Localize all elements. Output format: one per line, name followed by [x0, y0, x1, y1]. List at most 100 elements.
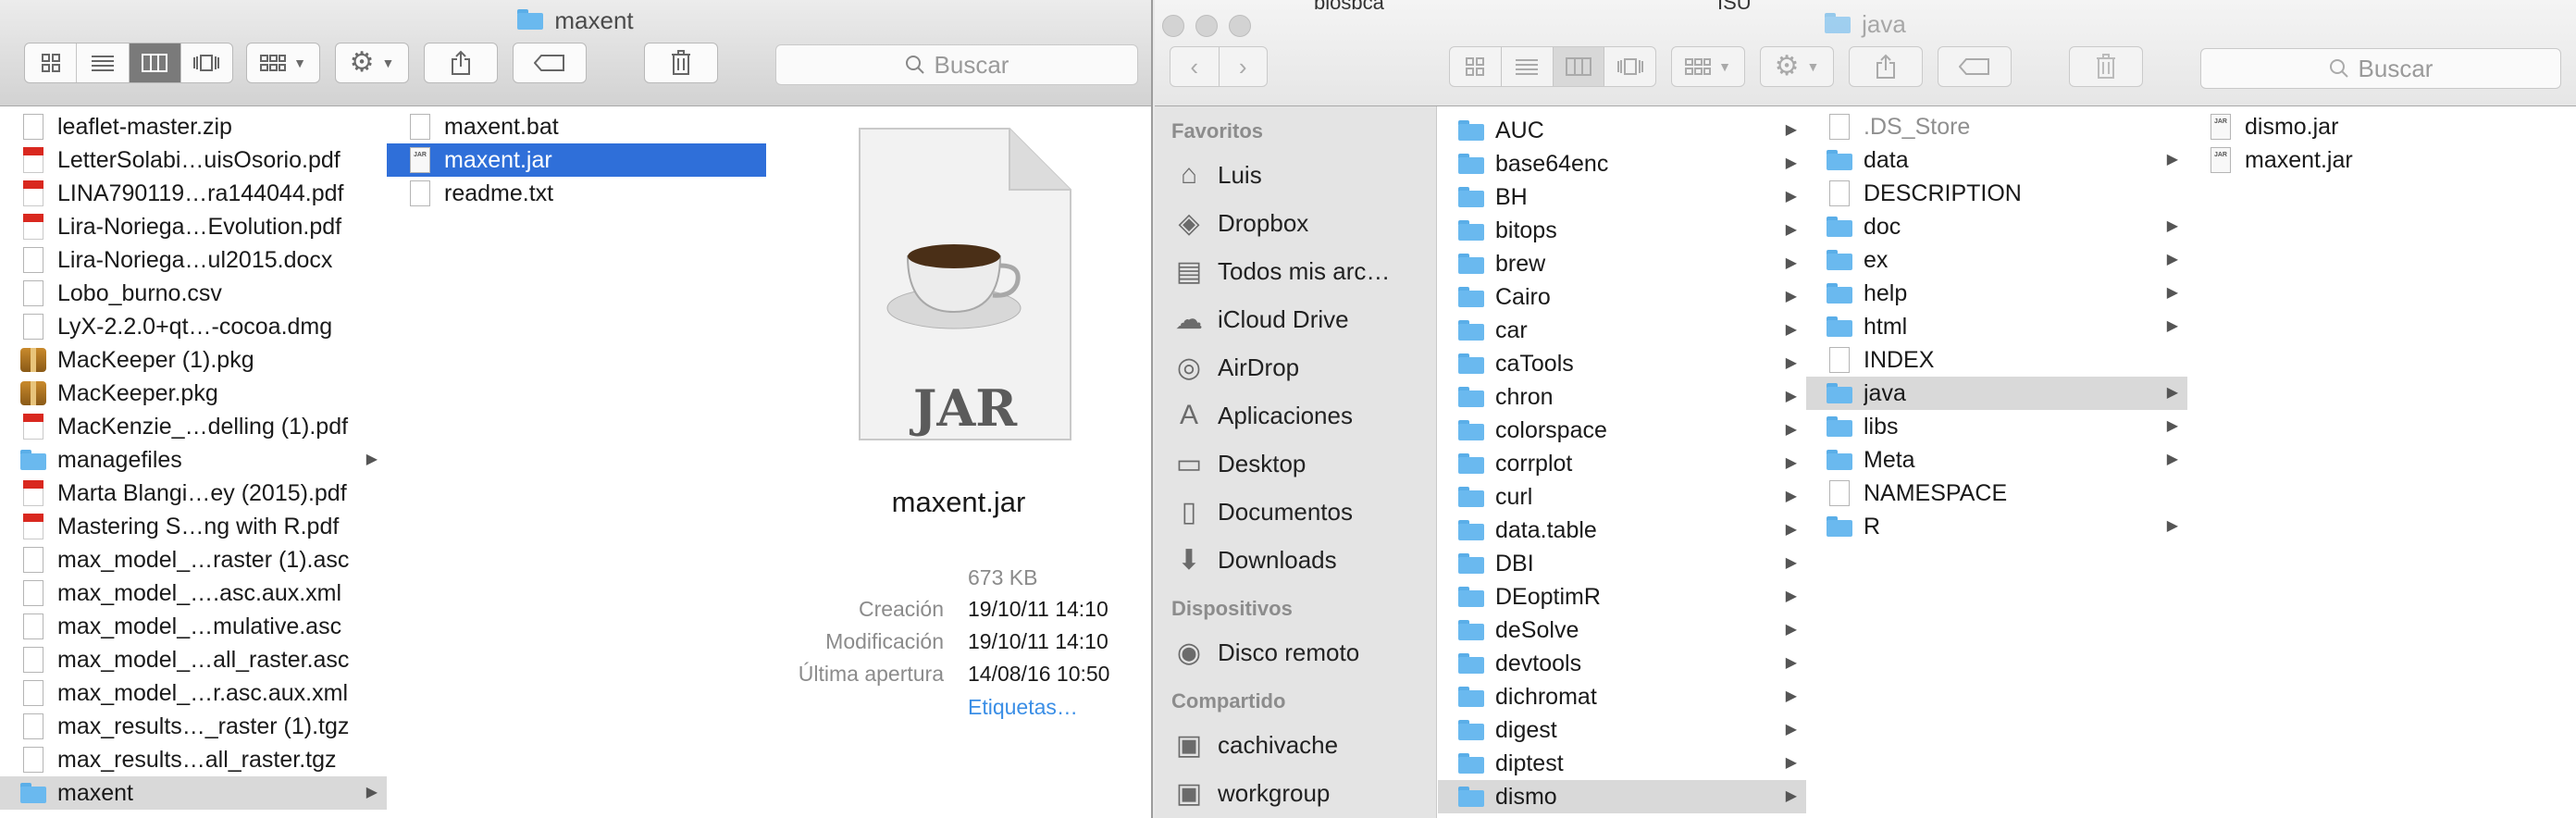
sidebar-item[interactable]: ▭ Desktop	[1155, 440, 1436, 488]
file-item[interactable]: max_model_…r.asc.aux.xml	[0, 676, 387, 710]
file-item[interactable]: LetterSolabi…uisOsorio.pdf	[0, 143, 387, 177]
sidebar-item[interactable]: ◎ AirDrop	[1155, 343, 1436, 391]
file-item[interactable]: .DS_Store	[1806, 110, 2187, 143]
folder-item[interactable]: dismo ▶	[1438, 780, 1806, 813]
file-item[interactable]: NAMESPACE	[1806, 477, 2187, 510]
folder-item[interactable]: colorspace ▶	[1438, 414, 1806, 447]
folder-item[interactable]: corrplot ▶	[1438, 447, 1806, 480]
tags-button[interactable]	[1938, 46, 2012, 87]
icon-view-button[interactable]	[25, 43, 78, 82]
folder-item[interactable]: deSolve ▶	[1438, 614, 1806, 647]
file-item[interactable]: Lobo_burno.csv	[0, 277, 387, 310]
folder-item[interactable]: data.table ▶	[1438, 514, 1806, 547]
sidebar-item[interactable]: ▣ cachivache	[1155, 721, 1436, 769]
folder-item[interactable]: base64enc ▶	[1438, 147, 1806, 180]
cover-flow-button[interactable]	[181, 43, 232, 82]
folder-item[interactable]: maxent ▶	[0, 776, 387, 810]
folder-item[interactable]: DBI ▶	[1438, 547, 1806, 580]
item-label: car	[1495, 317, 1528, 343]
file-item[interactable]: readme.txt	[387, 177, 766, 210]
sidebar-item[interactable]: ◉ Disco remoto	[1155, 628, 1436, 676]
file-item[interactable]: JAR dismo.jar	[2187, 110, 2576, 143]
folder-item[interactable]: dichromat ▶	[1438, 680, 1806, 713]
icon-view-button[interactable]	[1450, 47, 1502, 86]
folder-item[interactable]: managefiles ▶	[0, 443, 387, 477]
disclosure-arrow-icon: ▶	[2166, 285, 2178, 301]
folder-item[interactable]: java ▶	[1806, 377, 2187, 410]
trash-button[interactable]	[2069, 46, 2143, 87]
background-tab[interactable]: ISU	[1717, 0, 1773, 11]
folder-item[interactable]: doc ▶	[1806, 210, 2187, 243]
column-view-button[interactable]	[1553, 47, 1605, 86]
folder-item[interactable]: BH ▶	[1438, 180, 1806, 214]
sidebar-item[interactable]: ▤ Todos mis arc…	[1155, 247, 1436, 295]
folder-item[interactable]: html ▶	[1806, 310, 2187, 343]
sidebar-item[interactable]: ▣ workgroup	[1155, 769, 1436, 817]
folder-item[interactable]: bitops ▶	[1438, 214, 1806, 247]
folder-item[interactable]: ex ▶	[1806, 243, 2187, 277]
folder-item[interactable]: Meta ▶	[1806, 443, 2187, 477]
folder-item[interactable]: DEoptimR ▶	[1438, 580, 1806, 614]
folder-item[interactable]: devtools ▶	[1438, 647, 1806, 680]
file-item[interactable]: Mastering S…ng with R.pdf	[0, 510, 387, 543]
file-item[interactable]: leaflet-master.zip	[0, 110, 387, 143]
sidebar-item[interactable]: ▯ Documentos	[1155, 488, 1436, 536]
folder-item[interactable]: car ▶	[1438, 314, 1806, 347]
file-item[interactable]: max_results…_raster (1).tgz	[0, 710, 387, 743]
folder-item[interactable]: caTools ▶	[1438, 347, 1806, 380]
file-item[interactable]: MacKenzie_…delling (1).pdf	[0, 410, 387, 443]
folder-item[interactable]: curl ▶	[1438, 480, 1806, 514]
sidebar-item[interactable]: ⬇ Downloads	[1155, 536, 1436, 584]
sidebar-item[interactable]: ⌂ Luis	[1155, 151, 1436, 199]
share-button[interactable]	[424, 43, 498, 83]
sidebar-item[interactable]: A Aplicaciones	[1155, 391, 1436, 440]
file-item[interactable]: DESCRIPTION	[1806, 177, 2187, 210]
file-item[interactable]: max_model_…all_raster.asc	[0, 643, 387, 676]
column-view-button[interactable]	[129, 43, 181, 82]
trash-button[interactable]	[644, 43, 718, 83]
folder-item[interactable]: R ▶	[1806, 510, 2187, 543]
file-item[interactable]: Lira-Noriega…Evolution.pdf	[0, 210, 387, 243]
file-item[interactable]: MacKeeper.pkg	[0, 377, 387, 410]
jar-icon: JAR	[2206, 145, 2235, 175]
search-field[interactable]: Buscar	[2200, 48, 2561, 89]
list-view-button[interactable]	[77, 43, 130, 82]
share-button[interactable]	[1849, 46, 1923, 87]
list-view-button[interactable]	[1502, 47, 1554, 86]
file-item[interactable]: max_model_…mulative.asc	[0, 610, 387, 643]
file-item[interactable]: JAR maxent.jar	[387, 143, 766, 177]
folder-item[interactable]: brew ▶	[1438, 247, 1806, 280]
forward-button[interactable]: ›	[1220, 47, 1268, 86]
file-item[interactable]: LINA790119…ra144044.pdf	[0, 177, 387, 210]
file-item[interactable]: max_model_…raster (1).asc	[0, 543, 387, 576]
file-item[interactable]: maxent.bat	[387, 110, 766, 143]
arrange-button[interactable]: ▼	[246, 43, 320, 83]
action-button[interactable]: ⚙ ▼	[335, 43, 409, 83]
folder-item[interactable]: chron ▶	[1438, 380, 1806, 414]
file-item[interactable]: max_model_….asc.aux.xml	[0, 576, 387, 610]
folder-item[interactable]: libs ▶	[1806, 410, 2187, 443]
file-item[interactable]: JAR maxent.jar	[2187, 143, 2576, 177]
tags-button[interactable]	[513, 43, 587, 83]
sidebar-item[interactable]: ◈ Dropbox	[1155, 199, 1436, 247]
search-field[interactable]: Buscar	[775, 44, 1138, 85]
file-item[interactable]: Lira-Noriega…ul2015.docx	[0, 243, 387, 277]
folder-item[interactable]: AUC ▶	[1438, 114, 1806, 147]
arrange-button[interactable]: ▼	[1671, 46, 1745, 87]
sidebar-item[interactable]: ☁ iCloud Drive	[1155, 295, 1436, 343]
action-button[interactable]: ⚙ ▼	[1760, 46, 1834, 87]
folder-item[interactable]: data ▶	[1806, 143, 2187, 177]
folder-item[interactable]: Cairo ▶	[1438, 280, 1806, 314]
file-item[interactable]: MacKeeper (1).pkg	[0, 343, 387, 377]
background-tab[interactable]: biosbca	[1314, 0, 1462, 11]
folder-item[interactable]: help ▶	[1806, 277, 2187, 310]
folder-item[interactable]: diptest ▶	[1438, 747, 1806, 780]
file-item[interactable]: INDEX	[1806, 343, 2187, 377]
file-item[interactable]: max_results…all_raster.tgz	[0, 743, 387, 776]
file-item[interactable]: Marta Blangi…ey (2015).pdf	[0, 477, 387, 510]
cover-flow-button[interactable]	[1604, 47, 1655, 86]
tags-link[interactable]: Etiquetas…	[968, 695, 1078, 720]
folder-item[interactable]: digest ▶	[1438, 713, 1806, 747]
back-button[interactable]: ‹	[1170, 47, 1220, 86]
file-item[interactable]: LyX-2.2.0+qt…-cocoa.dmg	[0, 310, 387, 343]
